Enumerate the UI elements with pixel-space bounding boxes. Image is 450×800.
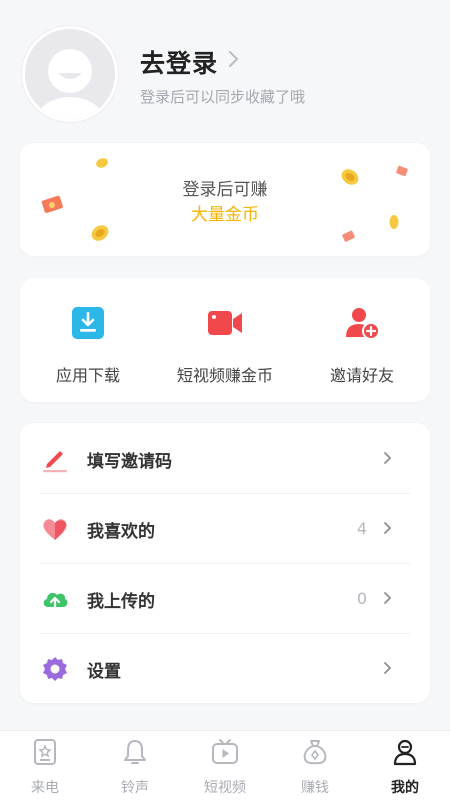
bottom-tab-bar: 来电 铃声 短视频 赚钱 我的 xyxy=(0,730,450,800)
tab-label: 短视频 xyxy=(204,780,246,796)
earn-coins-banner[interactable]: 登录后可赚 大量金币 xyxy=(20,143,430,256)
phone-card-icon xyxy=(34,739,56,765)
menu-item-count: 4 xyxy=(356,519,367,538)
menu-item-settings[interactable]: 设置 xyxy=(20,633,430,703)
banner-highlight: 大量金币 xyxy=(191,205,259,225)
video-camera-icon xyxy=(208,311,242,335)
user-icon xyxy=(393,739,417,766)
tab-label: 我的 xyxy=(391,780,419,796)
profile-header[interactable]: 去登录 登录后可以同步收藏了哦 xyxy=(0,0,450,135)
menu-item-favorites[interactable]: 我喜欢的 4 xyxy=(20,493,430,563)
default-avatar-icon xyxy=(25,29,115,119)
money-bag-icon xyxy=(303,740,327,765)
chevron-right-icon[interactable] xyxy=(226,46,242,72)
coin-icon xyxy=(96,158,108,168)
menu-list: 填写邀请码 我喜欢的 4 我上传的 0 设置 xyxy=(20,423,430,703)
quick-actions: 应用下载 短视频赚金币 邀请好友 xyxy=(20,278,430,402)
chevron-right-icon xyxy=(384,592,392,604)
chevron-right-icon xyxy=(384,662,392,674)
avatar[interactable] xyxy=(22,26,118,122)
quick-action-label: 邀请好友 xyxy=(329,366,394,385)
pencil-icon xyxy=(43,451,67,473)
menu-item-label: 我喜欢的 xyxy=(87,522,155,542)
login-subtitle: 登录后可以同步收藏了哦 xyxy=(140,88,306,106)
menu-item-count: 0 xyxy=(356,589,367,608)
video-earn-coins-button[interactable]: 短视频赚金币 xyxy=(157,304,293,386)
tab-label: 铃声 xyxy=(121,780,149,796)
quick-action-label: 短视频赚金币 xyxy=(176,366,273,385)
menu-item-uploads[interactable]: 我上传的 0 xyxy=(20,563,430,633)
menu-item-label: 设置 xyxy=(87,662,121,682)
tab-incoming-call[interactable]: 来电 xyxy=(0,737,90,797)
heart-icon xyxy=(43,519,67,540)
menu-item-invite-code[interactable]: 填写邀请码 xyxy=(20,423,430,493)
tab-label: 赚钱 xyxy=(301,780,329,796)
tv-play-icon xyxy=(212,739,238,764)
menu-item-label: 我上传的 xyxy=(87,592,155,612)
tab-ringtones[interactable]: 铃声 xyxy=(90,737,180,797)
tab-mine[interactable]: 我的 xyxy=(360,737,450,797)
tab-label: 来电 xyxy=(31,780,59,796)
chevron-right-icon xyxy=(384,522,392,534)
quick-action-label: 应用下载 xyxy=(55,366,120,385)
red-envelope-icon xyxy=(342,230,355,242)
invite-friends-button[interactable]: 邀请好友 xyxy=(294,304,430,386)
login-title[interactable]: 去登录 xyxy=(140,44,218,80)
bell-icon xyxy=(124,740,146,764)
gear-icon xyxy=(43,657,67,681)
download-icon xyxy=(72,307,104,339)
chevron-right-icon xyxy=(384,452,392,464)
app-download-button[interactable]: 应用下载 xyxy=(20,304,156,386)
tab-short-video[interactable]: 短视频 xyxy=(180,737,270,797)
cloud-upload-icon xyxy=(43,592,68,611)
banner-text: 登录后可赚 xyxy=(182,180,268,200)
menu-item-label: 填写邀请码 xyxy=(87,452,172,472)
tab-earn-money[interactable]: 赚钱 xyxy=(270,737,360,797)
add-user-icon xyxy=(346,308,380,340)
